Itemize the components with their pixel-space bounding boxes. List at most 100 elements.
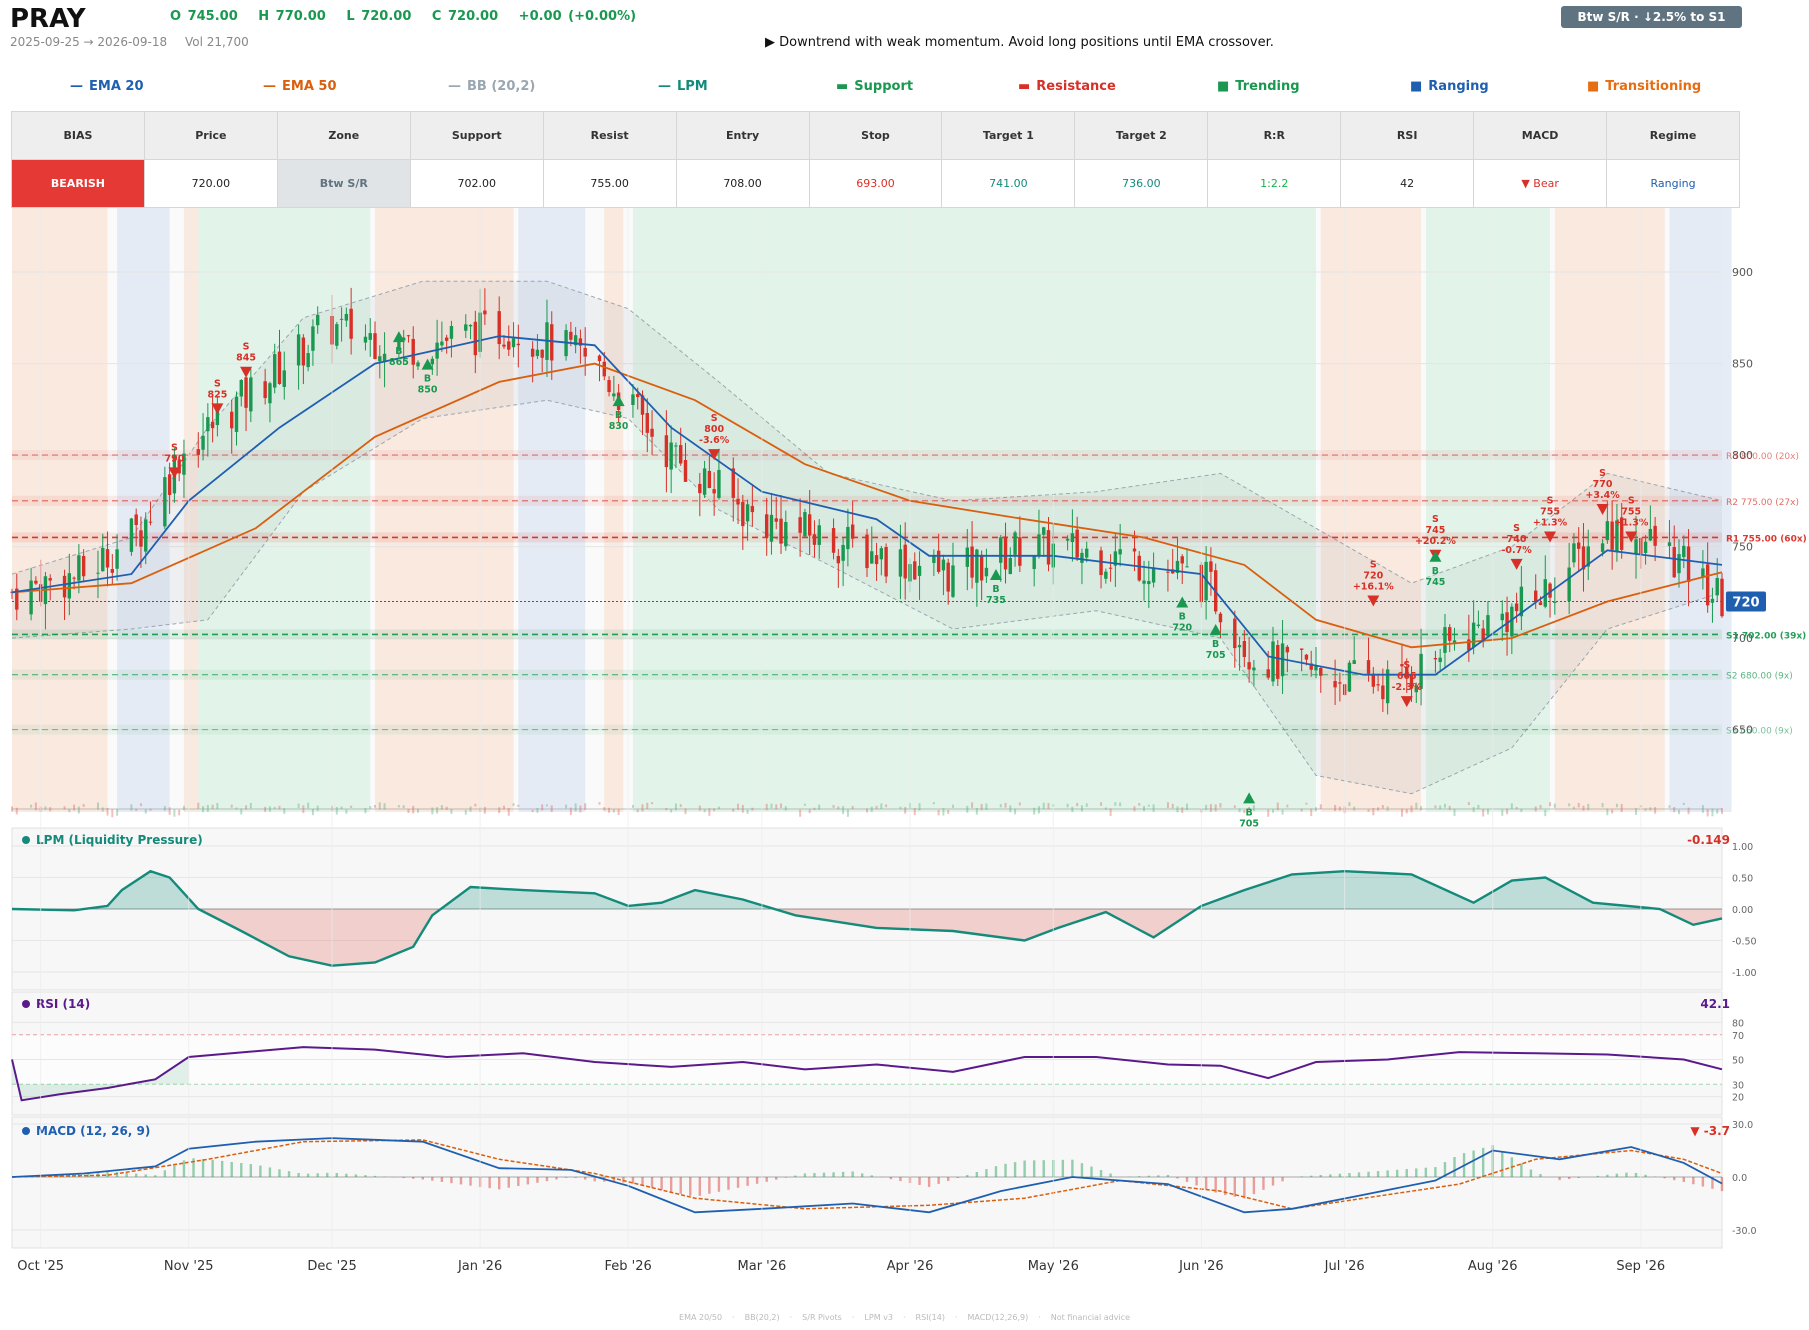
macd-histogram-bar <box>1042 1160 1045 1177</box>
legend-item-ema-20[interactable]: — EMA 20 <box>70 79 144 94</box>
change-value: +0.00 (+0.00%) <box>518 9 637 24</box>
volume-bar <box>937 809 940 816</box>
candle-body <box>1705 564 1710 606</box>
candle-body <box>1180 556 1184 564</box>
legend-label: EMA 20 <box>89 79 144 94</box>
candle-body <box>702 468 707 495</box>
macd-histogram-bar <box>1233 1177 1236 1197</box>
sell-signal-label: S <box>1513 523 1520 534</box>
volume-bar <box>1066 803 1069 808</box>
footer-item: · <box>954 1313 958 1322</box>
volume-bar <box>77 806 80 814</box>
volume-bar <box>1219 803 1222 808</box>
candle-body <box>115 549 119 569</box>
candle-body <box>712 489 716 494</box>
footer-item: MACD(12,26,9) <box>967 1313 1029 1322</box>
volume-bar <box>1286 804 1289 808</box>
macd-histogram-bar <box>1701 1177 1705 1187</box>
volume-bar <box>407 809 410 813</box>
candle-body <box>736 498 740 505</box>
candle-body <box>1352 660 1356 664</box>
legend-item-lpm[interactable]: — LPM <box>658 79 708 94</box>
candle-body <box>1338 682 1342 684</box>
candle-body <box>1366 660 1371 674</box>
macd-histogram-bar <box>230 1161 233 1177</box>
legend-item-resistance[interactable]: ▬ Resistance <box>1018 79 1116 94</box>
macd-histogram-bar <box>1520 1163 1523 1177</box>
legend-item-ema-50[interactable]: — EMA 50 <box>263 79 337 94</box>
x-tick-label: May '26 <box>1028 1259 1079 1274</box>
volume-bar <box>1668 805 1671 808</box>
sell-signal-label: 755 <box>1621 506 1641 517</box>
candle-body <box>1247 662 1251 670</box>
volume-bar <box>1305 802 1308 805</box>
candle-body <box>29 580 33 615</box>
macd-histogram-bar <box>956 1177 959 1178</box>
sell-signal-label: S <box>1547 495 1554 506</box>
legend-item-ranging[interactable]: ■ Ranging <box>1410 79 1489 94</box>
legend-item-support[interactable]: ▬ Support <box>836 79 913 94</box>
macd-histogram-bar <box>1252 1177 1256 1195</box>
volume-bar <box>670 809 673 813</box>
macd-histogram-bar <box>1692 1177 1695 1185</box>
candle-body <box>502 344 506 347</box>
macd-histogram-bar <box>1376 1171 1380 1177</box>
macd-histogram-bar <box>1185 1177 1189 1182</box>
candle-body <box>134 514 138 526</box>
volume-bar <box>1420 806 1423 811</box>
volume-bar <box>1510 803 1513 809</box>
candle-body <box>903 544 907 579</box>
macd-histogram-bar <box>268 1167 272 1177</box>
candle-body <box>464 324 468 331</box>
candle-body <box>77 555 81 581</box>
candle-body <box>1209 561 1213 572</box>
legend-item-bb-20-2[interactable]: — BB (20,2) <box>448 79 535 94</box>
macd-histogram-bar <box>1577 1177 1580 1178</box>
sell-signal-label: +3.4% <box>1585 490 1620 501</box>
volume-bar <box>144 809 147 814</box>
summary-header-price: Price <box>143 111 278 160</box>
sr-level-label: S2 680.00 (9x) <box>1726 672 1793 682</box>
macd-histogram-bar <box>1338 1173 1342 1177</box>
legend-item-transitioning[interactable]: ■ Transitioning <box>1587 79 1701 94</box>
volume-bar <box>30 804 33 808</box>
macd-histogram-bar <box>975 1172 979 1177</box>
candle-body <box>698 483 702 494</box>
legend-label: Ranging <box>1428 79 1489 94</box>
candle-body <box>1304 654 1309 660</box>
macd-histogram-bar <box>345 1173 348 1177</box>
price-chart[interactable]: 900850800750700650R3 800.00 (20x)R2 775.… <box>0 200 1809 1310</box>
buy-signal-label: 705 <box>1206 650 1226 661</box>
summary-header-target-2: Target 2 <box>1074 111 1209 160</box>
macd-histogram-bar <box>555 1177 558 1180</box>
volume-bar <box>631 804 634 808</box>
macd-histogram-bar <box>1405 1169 1408 1177</box>
candle-body <box>645 413 649 433</box>
ticker-symbol: PRAY <box>10 4 86 34</box>
candle-body <box>34 580 38 584</box>
buy-signal-label: 735 <box>986 595 1006 606</box>
macd-histogram-bar <box>450 1177 453 1184</box>
volume-bar <box>1014 808 1017 815</box>
macd-histogram-bar <box>287 1171 291 1177</box>
legend-item-trending[interactable]: ■ Trending <box>1217 79 1300 94</box>
candle-body <box>865 534 869 569</box>
open-value: O 745.00 <box>170 9 238 24</box>
lpm-tick-label: 0.50 <box>1732 874 1753 885</box>
macd-histogram-bar <box>545 1177 549 1182</box>
volume-bar <box>512 803 515 806</box>
volume-bar <box>1711 808 1714 817</box>
volume-bar <box>1252 805 1255 812</box>
candle-body <box>1070 533 1075 543</box>
volume-bar <box>904 806 907 814</box>
candle-body <box>1276 645 1280 679</box>
volume-bar <box>1334 804 1337 812</box>
macd-histogram-bar <box>1243 1177 1246 1199</box>
volume-bar <box>1214 804 1217 812</box>
candle-body <box>148 521 153 523</box>
macd-histogram-bar <box>1138 1176 1141 1177</box>
buy-signal-label: B <box>1432 566 1439 577</box>
candle-body <box>1185 566 1189 568</box>
footer-item: · <box>851 1313 855 1322</box>
candle-body <box>1667 542 1672 546</box>
